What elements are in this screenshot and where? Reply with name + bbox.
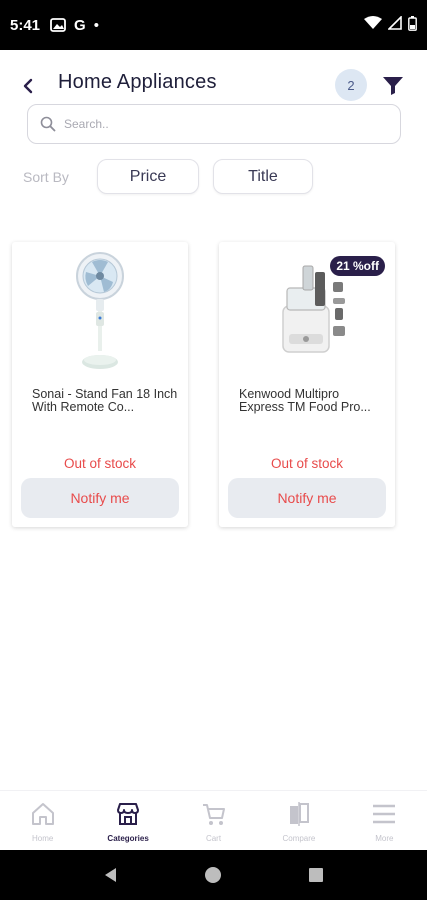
status-time: 5:41	[10, 16, 41, 34]
menu-icon	[373, 804, 396, 824]
stock-status: Out of stock	[270, 456, 344, 471]
nav-item-categories[interactable]: Categories	[85, 791, 170, 850]
nav-label: Home	[32, 834, 54, 843]
nav-item-home[interactable]: Home	[0, 791, 85, 850]
nav-item-cart[interactable]: Cart	[171, 791, 256, 850]
product-card[interactable]: 21 %off Kenwood Multipro Express TM Food…	[219, 242, 395, 527]
nav-item-more[interactable]: More	[342, 791, 427, 850]
app-header: Home Appliances 2	[0, 64, 427, 104]
notify-me-button[interactable]: Notify me	[228, 478, 386, 518]
compare-icon	[289, 802, 309, 826]
page-title: Home Appliances	[58, 71, 217, 93]
nav-label: Categories	[107, 834, 149, 843]
cart-icon	[202, 804, 225, 825]
discount-badge: 21 %off	[330, 256, 385, 276]
store-icon	[117, 803, 140, 825]
battery-icon	[408, 15, 417, 35]
back-triangle-icon[interactable]	[102, 866, 120, 884]
product-card[interactable]: Sonai - Stand Fan 18 Inch With Remote Co…	[12, 242, 188, 527]
sort-title-button[interactable]: Title	[213, 159, 313, 194]
filter-icon	[383, 77, 403, 95]
search-bar	[27, 104, 401, 144]
product-name: Kenwood Multipro Express TM Food Pro...	[239, 388, 371, 414]
nav-item-compare[interactable]: Compare	[256, 791, 341, 850]
search-input[interactable]	[64, 117, 364, 131]
item-count-badge: 2	[335, 69, 367, 101]
status-bar: 5:41 G •	[0, 0, 427, 50]
stock-status: Out of stock	[63, 456, 137, 471]
home-circle-icon[interactable]	[204, 866, 222, 884]
product-image	[12, 242, 188, 380]
system-navigation-bar	[0, 850, 427, 900]
search-icon	[40, 116, 56, 132]
home-icon	[31, 803, 54, 825]
signal-icon	[387, 15, 402, 34]
google-icon: G	[74, 16, 86, 34]
recents-square-icon[interactable]	[307, 866, 325, 884]
product-name: Sonai - Stand Fan 18 Inch With Remote Co…	[32, 388, 178, 414]
bottom-navigation: Home Categories Cart Compare More	[0, 790, 427, 850]
nav-label: More	[375, 834, 394, 843]
wifi-icon	[364, 16, 382, 34]
filter-button[interactable]	[381, 73, 405, 97]
back-button[interactable]	[18, 74, 38, 98]
notification-dot-icon: •	[93, 16, 99, 34]
notify-me-button[interactable]: Notify me	[21, 478, 179, 518]
sort-by-label: Sort By	[23, 169, 69, 185]
nav-label: Compare	[282, 834, 316, 843]
nav-label: Cart	[205, 834, 222, 843]
gallery-icon	[50, 18, 66, 32]
chevron-left-icon	[23, 78, 33, 94]
sort-price-button[interactable]: Price	[97, 159, 199, 194]
